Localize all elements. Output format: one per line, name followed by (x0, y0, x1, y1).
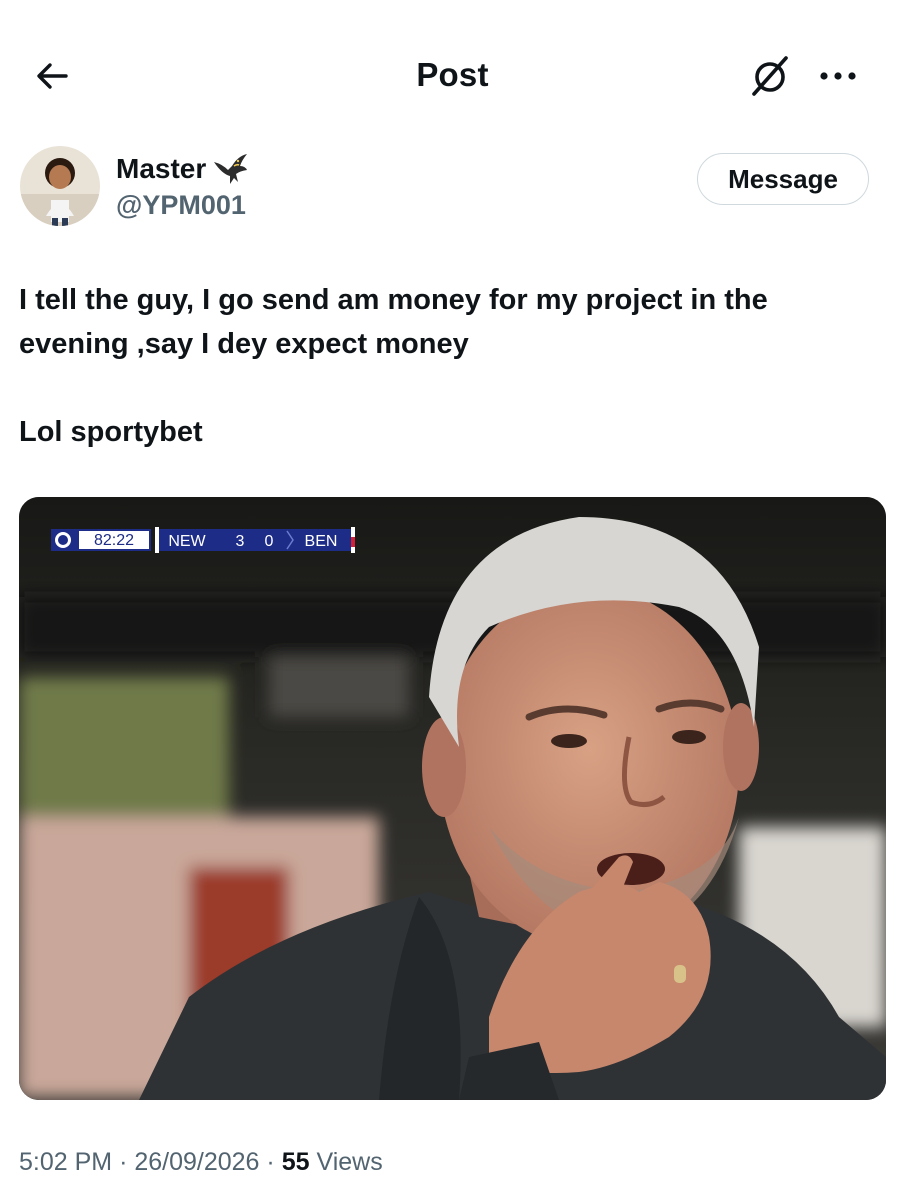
home-team: NEW (168, 533, 206, 550)
post-media-image[interactable]: 82:22 NEW 3 0 BEN (19, 497, 886, 1100)
avatar-image (20, 146, 100, 226)
post-meta: 5:02 PM · 26/09/2026 · 55 Views (19, 1148, 383, 1177)
away-team: BEN (305, 533, 338, 550)
user-handle[interactable]: @YPM001 (116, 190, 246, 221)
eagle-icon (214, 154, 248, 184)
post-text-line: Lol sportybet (19, 416, 203, 448)
message-button[interactable]: Message (697, 153, 869, 205)
scoreboard: 82:22 NEW 3 0 BEN (51, 527, 355, 553)
author-block: Master @YPM001 (20, 146, 680, 230)
away-score: 0 (265, 533, 274, 550)
post-text-line: I tell the guy, I go send am money for m… (19, 284, 768, 360)
home-score: 3 (236, 533, 245, 550)
match-clock: 82:22 (94, 532, 134, 549)
media-photo: 82:22 NEW 3 0 BEN (19, 497, 886, 1100)
grok-button[interactable] (744, 50, 796, 102)
post-date: 26/09/2026 (134, 1148, 260, 1176)
post-time: 5:02 PM (19, 1148, 113, 1176)
display-name[interactable]: Master (116, 153, 206, 185)
more-dots-icon (820, 72, 856, 80)
views-count[interactable]: 55 (282, 1148, 310, 1176)
name-row: Master (116, 152, 248, 186)
separator: · (266, 1148, 275, 1176)
more-options-button[interactable] (812, 50, 864, 102)
views-label: Views (316, 1148, 383, 1176)
top-bar: Post (0, 0, 905, 150)
grok-icon (752, 56, 788, 96)
avatar[interactable] (20, 146, 100, 226)
post-text: I tell the guy, I go send am money for m… (19, 278, 879, 454)
separator: · (119, 1148, 128, 1176)
